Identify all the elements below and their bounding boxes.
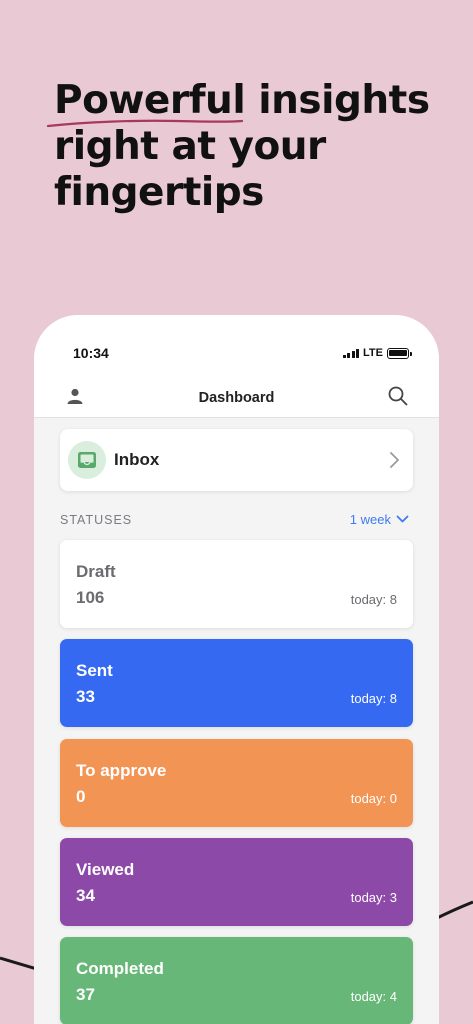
status-name: Sent — [76, 661, 113, 680]
status-today: today: 0 — [350, 791, 397, 806]
status-today: today: 4 — [350, 989, 397, 1004]
inbox-card[interactable]: Inbox — [60, 429, 413, 491]
headline-word-insights: insights — [258, 78, 430, 123]
status-card-draft[interactable]: Draft 106 today: 8 — [60, 540, 413, 628]
inbox-tray-icon — [78, 452, 96, 468]
underline-stroke-icon — [46, 119, 244, 128]
status-bar: 10:34 LTE — [34, 315, 439, 383]
headline: Powerful insights right at your fingerti… — [54, 78, 454, 216]
status-indicators: LTE — [342, 347, 412, 359]
inbox-icon-wrap — [68, 441, 106, 479]
status-today: today: 3 — [350, 890, 397, 905]
signal-icon — [342, 348, 360, 358]
status-time: 10:34 — [73, 345, 109, 361]
status-count: 0 — [76, 787, 86, 806]
nav-bar: Dashboard — [34, 383, 439, 418]
network-type: LTE — [363, 347, 383, 359]
status-name: Viewed — [76, 860, 135, 879]
period-dropdown[interactable]: 1 week — [350, 512, 409, 527]
status-name: Draft — [76, 562, 116, 581]
decorative-line-right-icon — [433, 900, 473, 922]
page-title: Dashboard — [198, 390, 275, 406]
status-card-to-approve[interactable]: To approve 0 today: 0 — [60, 739, 413, 827]
period-value: 1 week — [349, 512, 391, 527]
status-count: 37 — [76, 985, 95, 1004]
status-card-completed[interactable]: Completed 37 today: 4 — [60, 937, 413, 1024]
headline-line-3: fingertips — [54, 170, 264, 215]
status-today: today: 8 — [350, 592, 397, 607]
status-count: 33 — [76, 687, 95, 706]
status-count: 106 — [76, 588, 105, 607]
phone-mockup: 10:34 LTE Dashboard Inbox STATUSES 1 wee… — [34, 315, 439, 1024]
chevron-down-icon — [396, 515, 409, 523]
statuses-section-header: STATUSES 1 week — [60, 512, 413, 529]
status-card-sent[interactable]: Sent 33 today: 8 — [60, 639, 413, 727]
status-name: Completed — [76, 959, 164, 978]
battery-icon — [387, 347, 412, 359]
headline-line-2: right at your — [54, 124, 326, 169]
statuses-label: STATUSES — [60, 513, 133, 527]
status-name: To approve — [76, 761, 167, 780]
status-count: 34 — [76, 886, 95, 905]
inbox-label: Inbox — [114, 450, 160, 469]
search-icon[interactable] — [387, 385, 409, 407]
status-card-viewed[interactable]: Viewed 34 today: 3 — [60, 838, 413, 926]
chevron-right-icon — [390, 452, 399, 468]
status-today: today: 8 — [350, 691, 397, 706]
